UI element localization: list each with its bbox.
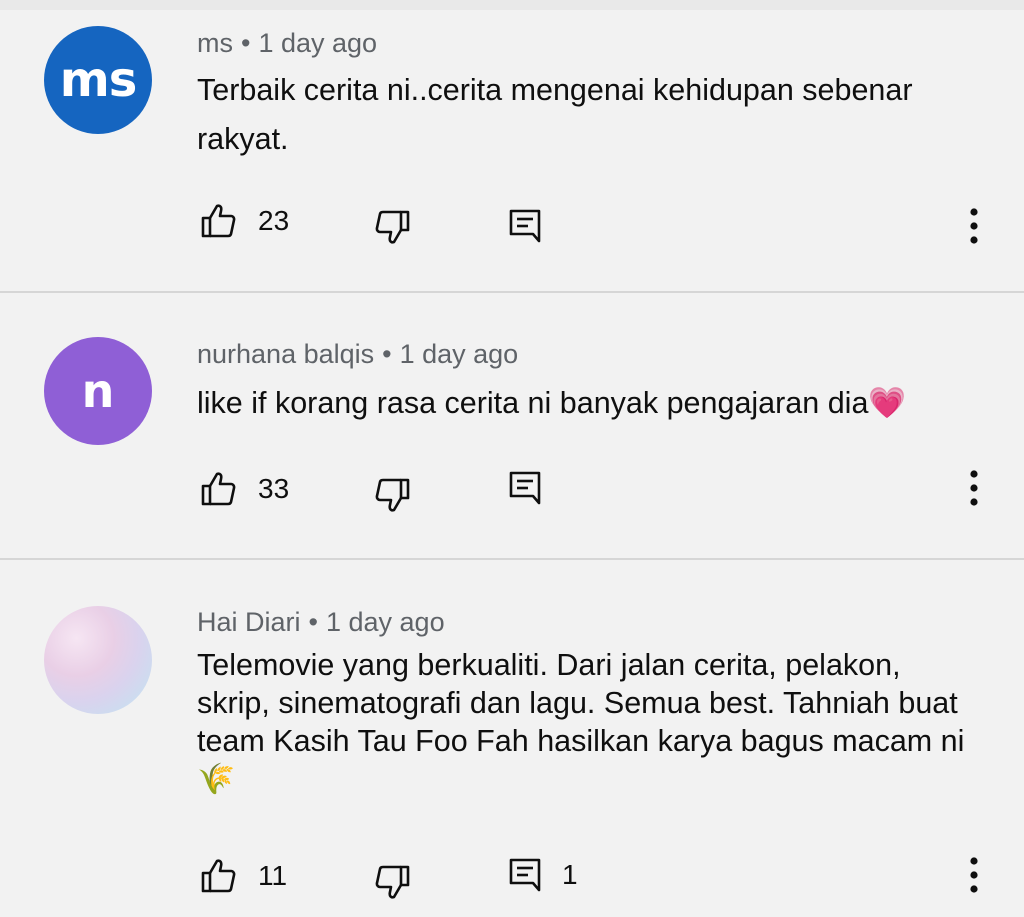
reply-button[interactable]: 1	[508, 857, 578, 893]
comment-actions: 23	[0, 200, 1024, 250]
comment-time[interactable]: 1 day ago	[326, 607, 445, 637]
more-options-button[interactable]	[965, 470, 983, 506]
comment-text-body: Telemovie yang berkualiti. Dari jalan ce…	[197, 648, 965, 758]
rice-emoji: 🌾	[197, 762, 235, 797]
reply-comment-icon	[509, 858, 541, 892]
comment-time[interactable]: 1 day ago	[400, 339, 519, 369]
like-button[interactable]: 33	[200, 470, 289, 508]
avatar[interactable]: ms	[44, 26, 152, 134]
dislike-button[interactable]	[375, 863, 411, 901]
comment-author[interactable]: nurhana balqis	[197, 339, 374, 369]
avatar-letters: n	[81, 364, 115, 418]
meta-separator: •	[382, 339, 392, 369]
comment-item: n nurhana balqis • 1 day ago like if koran…	[0, 293, 1024, 559]
like-button[interactable]: 23	[200, 202, 289, 240]
comment-meta: nurhana balqis • 1 day ago	[197, 339, 518, 370]
more-vert-icon	[970, 208, 978, 244]
comment-item: Hai Diari • 1 day ago Telemovie yang berku…	[0, 560, 1024, 917]
comment-time[interactable]: 1 day ago	[258, 28, 377, 58]
meta-separator: •	[241, 28, 251, 58]
reply-button[interactable]	[508, 470, 542, 506]
comment-text-body: like if korang rasa cerita ni banyak pen…	[197, 386, 869, 420]
thumbs-up-icon	[201, 204, 236, 238]
more-options-button[interactable]	[965, 208, 983, 244]
meta-separator: •	[308, 607, 318, 637]
dislike-button[interactable]	[375, 476, 411, 514]
dislike-button[interactable]	[375, 208, 411, 246]
comment-text: Telemovie yang berkualiti. Dari jalan ce…	[197, 646, 977, 799]
thumbs-down-icon	[375, 865, 410, 899]
heart-emoji: 💗	[868, 386, 907, 421]
reply-comment-icon	[509, 471, 541, 505]
comment-meta: Hai Diari • 1 day ago	[197, 607, 445, 638]
like-count: 11	[258, 860, 288, 891]
reply-button[interactable]	[508, 208, 542, 244]
comment-text: Terbaik cerita ni..cerita mengenai kehid…	[197, 66, 987, 164]
comment-text-body: Terbaik cerita ni..cerita mengenai kehid…	[197, 73, 913, 156]
thumbs-down-icon	[375, 210, 410, 244]
comment-text: like if korang rasa cerita ni banyak pen…	[197, 379, 987, 428]
like-button[interactable]: 11	[200, 857, 287, 895]
avatar-letters: ms	[59, 52, 138, 108]
more-vert-icon	[970, 857, 978, 893]
thumbs-down-icon	[375, 478, 410, 512]
like-count: 33	[258, 473, 290, 504]
comment-meta: ms • 1 day ago	[197, 28, 377, 59]
comment-actions: 11 1	[0, 855, 1024, 905]
thumbs-up-icon	[201, 859, 236, 893]
reply-count: 1	[562, 859, 578, 890]
comment-actions: 33	[0, 468, 1024, 518]
comment-item: ms ms • 1 day ago Terbaik cerita ni..cerit…	[0, 0, 1024, 292]
more-vert-icon	[970, 470, 978, 506]
avatar[interactable]	[44, 606, 152, 714]
thumbs-up-icon	[201, 472, 236, 506]
avatar[interactable]: n	[44, 337, 152, 445]
more-options-button[interactable]	[965, 857, 983, 893]
like-count: 23	[258, 205, 290, 236]
comment-author[interactable]: ms	[197, 28, 233, 58]
comment-author[interactable]: Hai Diari	[197, 607, 301, 637]
reply-comment-icon	[509, 209, 541, 243]
